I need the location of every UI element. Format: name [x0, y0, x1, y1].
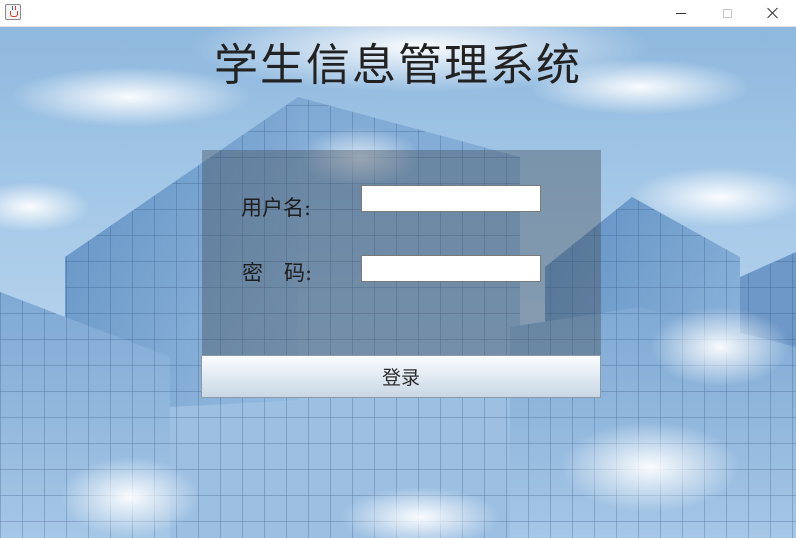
java-cup-icon[interactable]	[5, 4, 21, 20]
minimize-button[interactable]	[658, 0, 704, 26]
close-button[interactable]	[750, 0, 796, 26]
username-label: 用户名:	[241, 196, 312, 220]
window-titlebar	[0, 0, 796, 27]
minimize-icon	[676, 12, 686, 14]
password-input[interactable]	[361, 255, 541, 282]
login-button[interactable]: 登录	[201, 355, 601, 398]
login-panel	[202, 150, 601, 355]
app-title: 学生信息管理系统	[214, 40, 582, 91]
username-input[interactable]	[361, 185, 541, 212]
password-label: 密 码:	[242, 261, 313, 285]
close-icon	[767, 7, 779, 19]
maximize-button[interactable]	[704, 0, 750, 26]
maximize-icon	[722, 8, 732, 18]
